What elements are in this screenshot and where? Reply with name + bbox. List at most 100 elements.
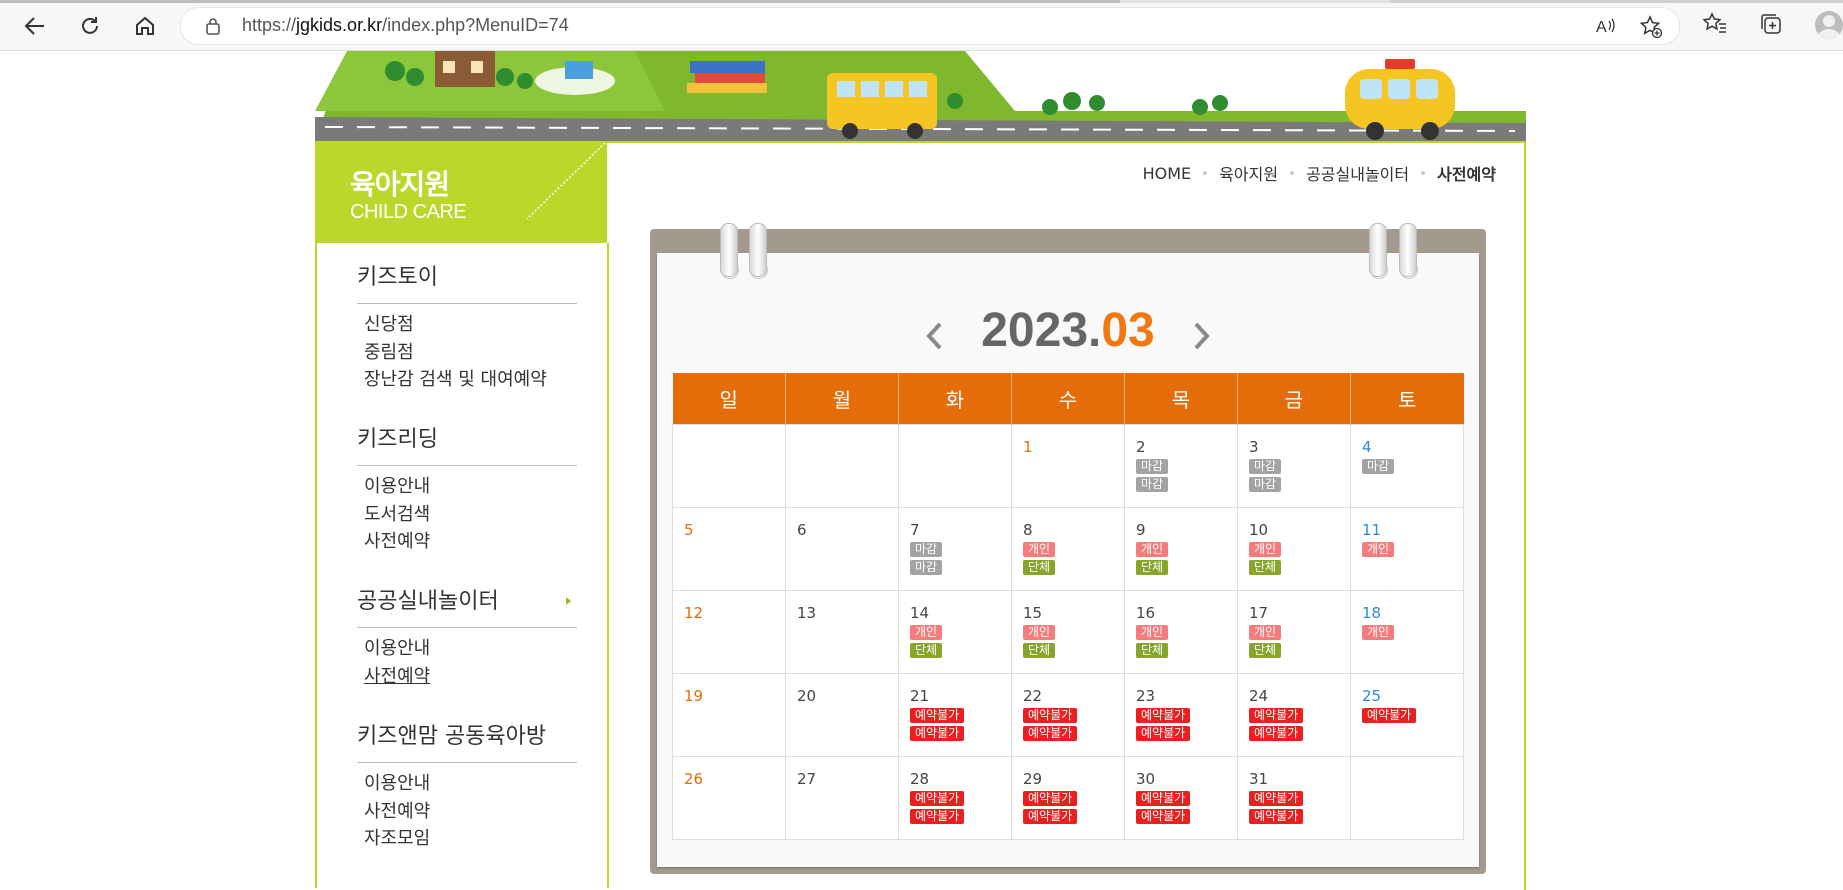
- reservation-status-badge[interactable]: 예약불가: [910, 726, 965, 741]
- sidebar-group-kids-mom[interactable]: 키즈앤맘 공동육아방: [357, 718, 577, 763]
- calendar-day-cell[interactable]: 12: [672, 590, 786, 674]
- breadcrumb-home[interactable]: HOME: [1143, 164, 1192, 183]
- reservation-status-badge[interactable]: 마감: [1136, 459, 1169, 474]
- calendar-day-cell[interactable]: 31 예약불가 예약불가: [1237, 756, 1351, 840]
- reservation-status-badge[interactable]: 개인: [1023, 542, 1056, 557]
- reservation-status-badge[interactable]: 예약불가: [1136, 726, 1191, 741]
- reservation-status-badge[interactable]: 단체: [1249, 560, 1282, 575]
- reservation-status-badge[interactable]: 개인: [910, 625, 943, 640]
- reservation-status-badge[interactable]: 단체: [1023, 643, 1056, 658]
- home-icon[interactable]: [130, 11, 160, 41]
- sidebar-item-book-search[interactable]: 도서검색: [364, 500, 430, 526]
- sidebar-group-kids-reading[interactable]: 키즈리딩: [357, 421, 577, 466]
- calendar-day-cell[interactable]: 2 마감 마감: [1124, 424, 1238, 508]
- calendar-day-cell[interactable]: 5: [672, 507, 786, 591]
- sidebar-group-kids-toy[interactable]: 키즈토이: [357, 259, 577, 304]
- reservation-status-badge[interactable]: 개인: [1136, 625, 1169, 640]
- calendar-day-cell[interactable]: 11 개인: [1350, 507, 1464, 591]
- calendar-day-cell[interactable]: 20: [785, 673, 899, 757]
- url-text[interactable]: https://jgkids.or.kr/index.php?MenuID=74: [242, 15, 569, 36]
- reservation-status-badge[interactable]: 예약불가: [1136, 708, 1191, 723]
- calendar-day-cell[interactable]: 22 예약불가 예약불가: [1011, 673, 1125, 757]
- calendar-day-cell[interactable]: 8 개인 단체: [1011, 507, 1125, 591]
- sidebar-item-playground-guide[interactable]: 이용안내: [364, 634, 430, 660]
- reservation-status-badge[interactable]: 예약불가: [1023, 809, 1078, 824]
- calendar-day-cell[interactable]: 28 예약불가 예약불가: [898, 756, 1012, 840]
- address-bar[interactable]: https://jgkids.or.kr/index.php?MenuID=74…: [180, 7, 1680, 45]
- sidebar-item-mom-guide[interactable]: 이용안내: [364, 769, 430, 795]
- reservation-status-badge[interactable]: 예약불가: [1249, 708, 1304, 723]
- reservation-status-badge[interactable]: 예약불가: [1249, 809, 1304, 824]
- reservation-status-badge[interactable]: 마감: [910, 560, 943, 575]
- calendar-day-cell[interactable]: 6: [785, 507, 899, 591]
- reservation-status-badge[interactable]: 단체: [1249, 643, 1282, 658]
- calendar-day-cell[interactable]: 16 개인 단체: [1124, 590, 1238, 674]
- collections-icon[interactable]: [1758, 11, 1784, 41]
- sidebar-item-toy-search[interactable]: 장난감 검색 및 대여예약: [364, 365, 547, 391]
- calendar-day-cell[interactable]: 1: [1011, 424, 1125, 508]
- calendar-day-cell[interactable]: 3 마감 마감: [1237, 424, 1351, 508]
- refresh-icon[interactable]: [75, 11, 105, 41]
- reservation-status-badge[interactable]: 마감: [1136, 477, 1169, 492]
- calendar-day-cell[interactable]: 17 개인 단체: [1237, 590, 1351, 674]
- prev-month-icon[interactable]: [924, 321, 944, 355]
- reservation-status-badge[interactable]: 예약불가: [1362, 708, 1417, 723]
- calendar-day-cell[interactable]: 24 예약불가 예약불가: [1237, 673, 1351, 757]
- calendar-day-cell[interactable]: 29 예약불가 예약불가: [1011, 756, 1125, 840]
- reservation-status-badge[interactable]: 개인: [1249, 625, 1282, 640]
- reservation-status-badge[interactable]: 예약불가: [1136, 791, 1191, 806]
- reservation-status-badge[interactable]: 예약불가: [1023, 708, 1078, 723]
- calendar-day-cell[interactable]: 19: [672, 673, 786, 757]
- reservation-status-badge[interactable]: 단체: [1136, 560, 1169, 575]
- reservation-status-badge[interactable]: 예약불가: [1249, 726, 1304, 741]
- back-icon[interactable]: [20, 11, 50, 41]
- sidebar-item-reading-reserve[interactable]: 사전예약: [364, 527, 430, 553]
- reservation-status-badge[interactable]: 예약불가: [910, 708, 965, 723]
- reservation-status-badge[interactable]: 개인: [1362, 542, 1395, 557]
- calendar-day-cell[interactable]: 15 개인 단체: [1011, 590, 1125, 674]
- reservation-status-badge[interactable]: 개인: [1136, 542, 1169, 557]
- sidebar-item-mom-reserve[interactable]: 사전예약: [364, 797, 430, 823]
- reservation-status-badge[interactable]: 마감: [1249, 459, 1282, 474]
- calendar-day-cell[interactable]: 23 예약불가 예약불가: [1124, 673, 1238, 757]
- breadcrumb-childcare[interactable]: 육아지원: [1219, 161, 1278, 185]
- reservation-status-badge[interactable]: 개인: [1023, 625, 1056, 640]
- read-aloud-icon[interactable]: A: [1595, 15, 1617, 41]
- next-month-icon[interactable]: [1192, 321, 1212, 355]
- profile-avatar[interactable]: [1815, 11, 1843, 39]
- reservation-status-badge[interactable]: 단체: [910, 643, 943, 658]
- calendar-day-cell[interactable]: 30 예약불가 예약불가: [1124, 756, 1238, 840]
- reservation-status-badge[interactable]: 마감: [910, 542, 943, 557]
- sidebar-item-sindang[interactable]: 신당점: [364, 310, 414, 336]
- sidebar-group-playground[interactable]: 공공실내놀이터: [357, 583, 577, 628]
- reservation-status-badge[interactable]: 예약불가: [1249, 791, 1304, 806]
- calendar-day-cell[interactable]: 25 예약불가: [1350, 673, 1464, 757]
- reservation-status-badge[interactable]: 개인: [1249, 542, 1282, 557]
- calendar-day-cell[interactable]: 10 개인 단체: [1237, 507, 1351, 591]
- reservation-status-badge[interactable]: 단체: [1023, 560, 1056, 575]
- breadcrumb-playground[interactable]: 공공실내놀이터: [1306, 161, 1409, 185]
- sidebar-item-self-help[interactable]: 자조모임: [364, 824, 430, 850]
- reservation-status-badge[interactable]: 예약불가: [1136, 809, 1191, 824]
- reservation-status-badge[interactable]: 예약불가: [1023, 791, 1078, 806]
- calendar-day-cell[interactable]: 18 개인: [1350, 590, 1464, 674]
- reservation-status-badge[interactable]: 단체: [1136, 643, 1169, 658]
- reservation-status-badge[interactable]: 예약불가: [910, 809, 965, 824]
- reservation-status-badge[interactable]: 마감: [1249, 477, 1282, 492]
- favorite-add-icon[interactable]: [1639, 15, 1663, 43]
- calendar-day-cell[interactable]: 13: [785, 590, 899, 674]
- calendar-day-cell[interactable]: 9 개인 단체: [1124, 507, 1238, 591]
- reservation-status-badge[interactable]: 예약불가: [910, 791, 965, 806]
- sidebar-item-playground-reserve[interactable]: 사전예약: [364, 662, 430, 688]
- favorites-icon[interactable]: [1702, 11, 1728, 41]
- sidebar-item-jungnim[interactable]: 중림점: [364, 338, 414, 364]
- calendar-day-cell[interactable]: 4 마감: [1350, 424, 1464, 508]
- reservation-status-badge[interactable]: 마감: [1362, 459, 1395, 474]
- lock-icon[interactable]: [205, 17, 221, 39]
- calendar-day-cell[interactable]: 26: [672, 756, 786, 840]
- reservation-status-badge[interactable]: 예약불가: [1023, 726, 1078, 741]
- reservation-status-badge[interactable]: 개인: [1362, 625, 1395, 640]
- sidebar-item-reading-guide[interactable]: 이용안내: [364, 472, 430, 498]
- calendar-day-cell[interactable]: 14 개인 단체: [898, 590, 1012, 674]
- calendar-day-cell[interactable]: 7 마감 마감: [898, 507, 1012, 591]
